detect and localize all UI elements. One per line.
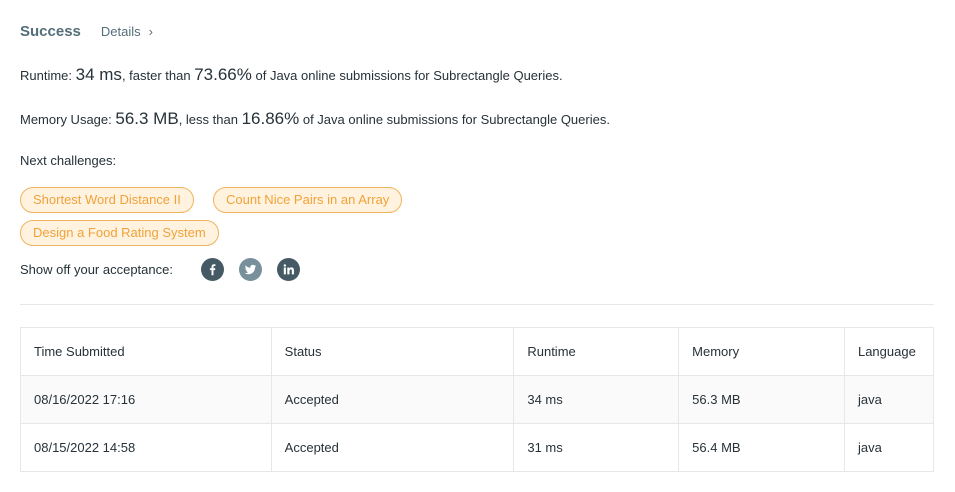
share-row: Show off your acceptance: bbox=[20, 258, 315, 281]
column-header: Runtime bbox=[513, 327, 680, 376]
challenge-pill[interactable]: Shortest Word Distance II bbox=[20, 187, 194, 213]
table-row[interactable]: 08/15/2022 14:58 Accepted 31 ms 56.4 MB … bbox=[20, 423, 935, 472]
column-header: Time Submitted bbox=[20, 327, 272, 376]
facebook-icon[interactable] bbox=[200, 258, 224, 281]
memory-mid: , less than bbox=[178, 112, 242, 127]
twitter-icon[interactable] bbox=[238, 258, 262, 281]
details-link[interactable]: Details › bbox=[101, 24, 153, 39]
next-challenges-label: Next challenges: bbox=[20, 153, 117, 168]
column-header: Status bbox=[270, 327, 515, 376]
time-submitted-cell: 08/15/2022 14:58 bbox=[20, 423, 272, 472]
status-cell[interactable]: Accepted bbox=[270, 375, 515, 424]
language-cell: java bbox=[843, 423, 935, 472]
table-row[interactable]: 08/16/2022 17:16 Accepted 34 ms 56.3 MB … bbox=[20, 375, 935, 424]
runtime-mid: , faster than bbox=[121, 68, 195, 83]
language-cell: java bbox=[843, 375, 935, 424]
column-header: Memory bbox=[678, 327, 845, 376]
challenge-pill[interactable]: Count Nice Pairs in an Array bbox=[213, 187, 403, 213]
status-title: Success bbox=[20, 23, 81, 40]
memory-suffix: of Java online submissions for Subrectan… bbox=[299, 112, 610, 127]
memory-cell: 56.3 MB bbox=[678, 375, 845, 424]
linkedin-icon[interactable] bbox=[276, 258, 300, 281]
runtime-suffix: of Java online submissions for Subrectan… bbox=[251, 68, 563, 83]
result-header: Success Details › bbox=[20, 23, 153, 40]
time-submitted-cell: 08/16/2022 17:16 bbox=[20, 375, 272, 424]
column-header: Language bbox=[843, 327, 935, 376]
memory-cell: 56.4 MB bbox=[678, 423, 845, 472]
submissions-table: Time Submitted Status Runtime Memory Lan… bbox=[20, 327, 935, 472]
status-cell[interactable]: Accepted bbox=[270, 423, 515, 472]
memory-value: 56.3 MB bbox=[115, 109, 179, 128]
runtime-percent: 73.66% bbox=[194, 65, 252, 84]
memory-percent: 16.86% bbox=[241, 109, 300, 128]
runtime-stat: Runtime: 34 ms, faster than 73.66% of Ja… bbox=[20, 65, 563, 85]
challenge-pill[interactable]: Design a Food Rating System bbox=[20, 220, 219, 246]
runtime-cell: 31 ms bbox=[513, 423, 680, 472]
chevron-right-icon: › bbox=[148, 24, 153, 39]
table-header-row: Time Submitted Status Runtime Memory Lan… bbox=[20, 327, 935, 376]
divider bbox=[20, 304, 934, 305]
memory-stat: Memory Usage: 56.3 MB, less than 16.86% … bbox=[20, 109, 610, 129]
share-label: Show off your acceptance: bbox=[20, 262, 173, 277]
memory-label: Memory Usage: bbox=[20, 112, 116, 127]
runtime-value: 34 ms bbox=[75, 65, 122, 84]
runtime-cell: 34 ms bbox=[513, 375, 680, 424]
details-label: Details bbox=[100, 24, 141, 39]
runtime-label: Runtime: bbox=[20, 68, 76, 83]
